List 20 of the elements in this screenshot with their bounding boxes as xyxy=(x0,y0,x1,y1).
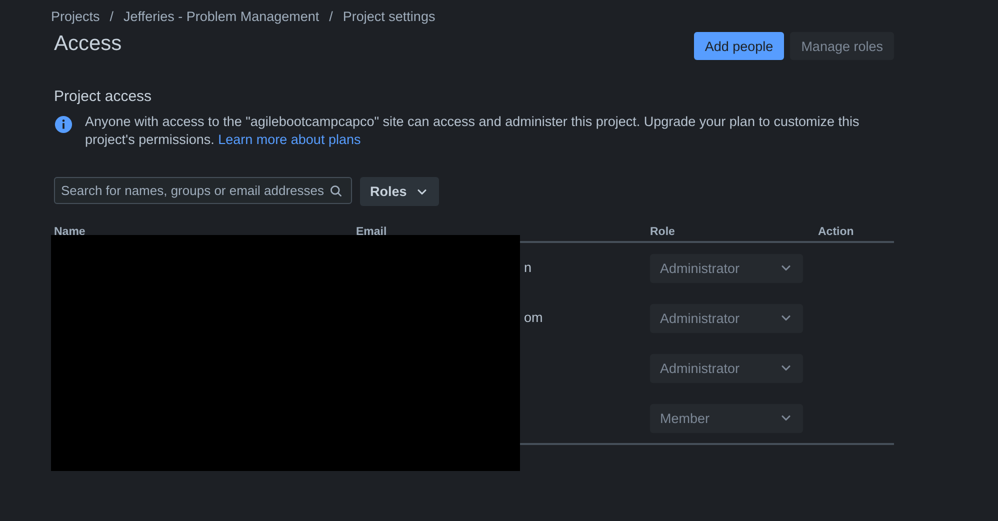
column-header: Email xyxy=(356,226,388,238)
roles-dropdown[interactable]: Roles xyxy=(360,177,439,206)
breadcrumb-link[interactable]: Jefferies - Problem Management xyxy=(124,9,320,24)
search-field[interactable]: Search for names, groups or email addresses xyxy=(54,177,352,204)
info-icon xyxy=(54,115,73,134)
learn-more-link[interactable]: Learn more about plans xyxy=(218,132,361,147)
breadcrumb-separator: / xyxy=(110,9,114,24)
info-message: Anyone with access to the "agilebootcampcapco" site can access and administer this project. Upgrade your plan to customize this project's permissions. Learn more about plans xyxy=(85,113,860,149)
column-header: Name xyxy=(54,226,86,238)
action-button[interactable]: Add people xyxy=(694,32,784,60)
email-cell: n xyxy=(524,260,532,275)
email-cell: om xyxy=(524,310,543,325)
breadcrumb-link[interactable]: Projects xyxy=(51,9,100,24)
breadcrumb-link[interactable]: Project settings xyxy=(342,9,436,24)
search-icon xyxy=(329,184,343,198)
page-title: Access xyxy=(54,32,122,56)
column-header: Action xyxy=(818,226,855,238)
column-header: Role xyxy=(650,226,676,238)
section-title: Project access xyxy=(54,88,153,105)
breadcrumb-separator: / xyxy=(329,9,333,24)
